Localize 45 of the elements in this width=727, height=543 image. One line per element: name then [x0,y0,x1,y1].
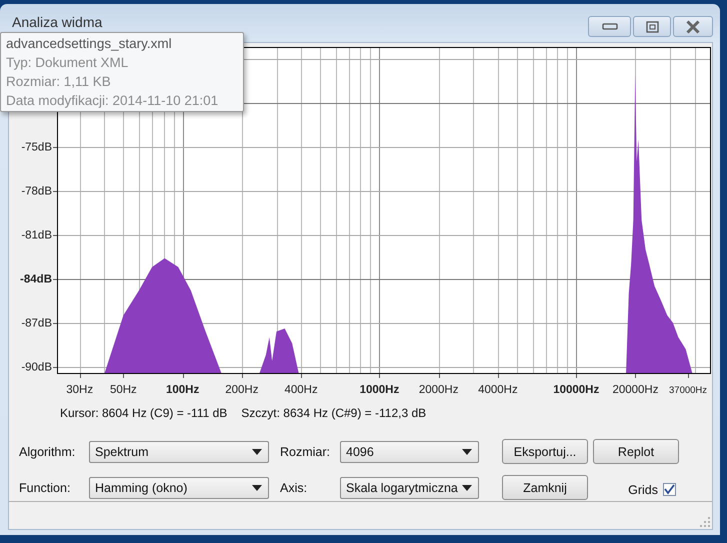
x-axis-label: 50Hz [110,384,137,396]
cursor-readout: Kursor: 8604 Hz (C9) = -111 dB [60,406,228,422]
resize-grip-icon[interactable] [700,517,710,527]
close-icon [686,20,700,34]
x-axis-label: 200Hz [225,384,258,396]
y-axis-label: -90dB [21,362,52,374]
y-axis-label: -84dB [20,274,52,286]
dropdown[interactable]: Hamming (okno) [89,476,269,498]
minimize-button[interactable] [588,16,631,37]
peak-readout: Szczyt: 8634 Hz (C#9) = -112,3 dB [241,406,426,422]
push-button[interactable]: Replot [593,439,679,464]
x-axis-label: 20000Hz [612,384,658,396]
minimize-icon [602,23,618,30]
y-axis-label: -87dB [21,318,52,330]
x-axis-label: 100Hz [166,384,200,396]
caret-icon [462,484,472,490]
caret-icon [462,448,472,454]
x-axis-label: 2000Hz [418,384,458,396]
push-button[interactable]: Eksportuj... [502,439,588,464]
caret-icon [252,448,262,454]
push-button[interactable]: Zamknij [502,475,588,500]
y-axis-label: -75dB [21,142,52,154]
maximize-icon [646,20,658,32]
field-label: Rozmiar: [280,444,332,458]
field-label: Function: [19,480,72,494]
dropdown[interactable]: Spektrum [89,440,269,462]
x-axis-label: 10000Hz [553,384,600,396]
x-axis-label: 1000Hz [360,384,400,396]
checkbox-label: Grids [628,482,658,496]
close-button[interactable] [673,16,713,37]
field-label: Algorithm: [19,444,76,458]
y-axis-label: -81dB [21,230,52,242]
caret-icon [252,484,262,490]
grids-checkbox[interactable] [663,483,676,496]
file-tooltip: advancedsettings_stary.xml Typ: Dokument XML Rozmiar: 1,11 KB Data modyfikacji: 2014-11-10 21:01 [0,32,244,112]
y-axis-label: -78dB [21,186,52,198]
maximize-button[interactable] [633,16,671,37]
x-axis-label: 37000Hz [669,385,708,396]
window-title: Analiza widma [12,14,102,31]
dropdown[interactable]: Skala logarytmiczna [340,476,479,498]
x-axis-label: 400Hz [284,384,318,396]
field-label: Axis: [280,480,308,494]
dropdown[interactable]: 4096 [340,440,479,462]
x-axis-label: 4000Hz [478,384,518,396]
x-axis-label: 30Hz [66,384,94,396]
